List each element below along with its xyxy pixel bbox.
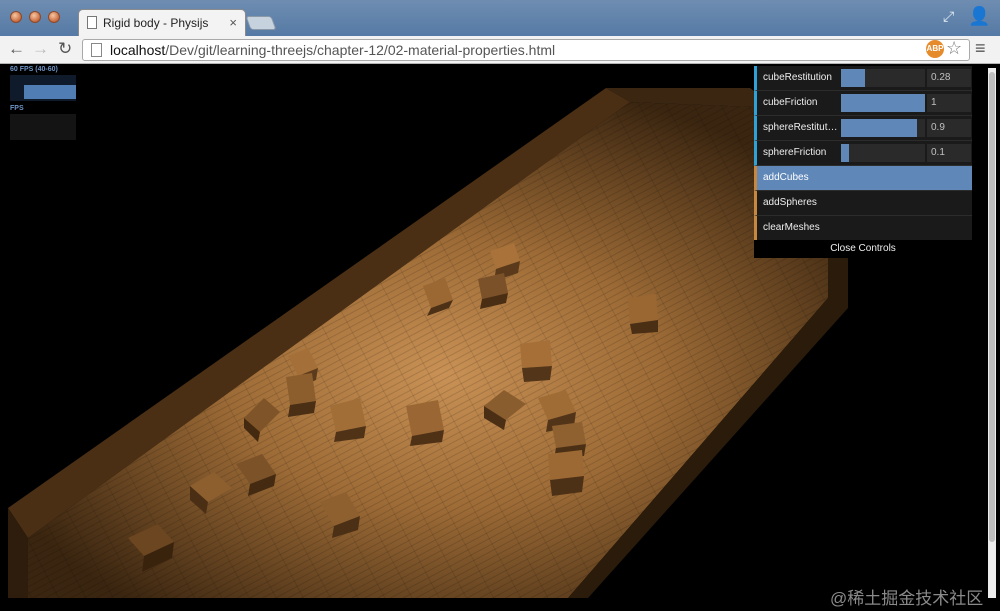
slider[interactable] bbox=[841, 119, 925, 137]
control-row-sphereRestitution[interactable]: sphereRestitution 0.9 bbox=[754, 116, 972, 141]
cube bbox=[520, 340, 552, 382]
addSpheres-button[interactable]: addSpheres bbox=[754, 191, 972, 216]
control-label: cubeRestitution bbox=[763, 72, 832, 83]
addCubes-button[interactable]: addCubes bbox=[754, 166, 972, 191]
user-profile-icon[interactable]: 👤 bbox=[968, 6, 990, 27]
fps-graph-secondary bbox=[10, 114, 76, 140]
button-label: addSpheres bbox=[763, 197, 817, 208]
control-row-sphereFriction[interactable]: sphereFriction 0.1 bbox=[754, 141, 972, 166]
control-row-cubeRestitution[interactable]: cubeRestitution 0.28 bbox=[754, 66, 972, 91]
browser-toolbar: ← → ↻ localhost/Dev/git/learning-threejs… bbox=[0, 36, 1000, 64]
tab-title: Rigid body - Physijs bbox=[103, 16, 209, 30]
cube bbox=[628, 294, 658, 334]
fps-graph bbox=[10, 75, 76, 101]
cube bbox=[548, 450, 584, 496]
button-label: addCubes bbox=[763, 172, 809, 183]
floor-planks bbox=[28, 102, 828, 598]
close-window-icon[interactable] bbox=[10, 11, 22, 23]
window-titlebar: Rigid body - Physijs × ⤢ 👤 bbox=[0, 0, 1000, 36]
number-input[interactable]: 0.28 bbox=[927, 69, 971, 87]
address-bar[interactable]: localhost/Dev/git/learning-threejs/chapt… bbox=[82, 39, 970, 61]
tab-close-icon[interactable]: × bbox=[229, 15, 237, 30]
fullscreen-icon[interactable]: ⤢ bbox=[943, 8, 954, 25]
control-label: sphereFriction bbox=[763, 147, 827, 158]
control-label: sphereRestitution bbox=[763, 122, 839, 133]
button-label: clearMeshes bbox=[763, 222, 820, 233]
close-controls-button[interactable]: Close Controls bbox=[754, 240, 972, 258]
forward-button[interactable]: → bbox=[32, 39, 49, 59]
slider-fill bbox=[841, 69, 865, 87]
url-text[interactable]: localhost/Dev/git/learning-threejs/chapt… bbox=[110, 42, 555, 58]
page-icon bbox=[91, 43, 102, 57]
clearMeshes-button[interactable]: clearMeshes bbox=[754, 216, 972, 241]
page-icon bbox=[87, 16, 97, 29]
slider[interactable] bbox=[841, 69, 925, 87]
fps-label: 60 FPS (40-60) bbox=[10, 66, 58, 73]
slider[interactable] bbox=[841, 144, 925, 162]
menu-icon[interactable]: ≡ bbox=[975, 38, 986, 59]
back-button[interactable]: ← bbox=[8, 39, 25, 59]
vertical-scrollbar[interactable] bbox=[988, 68, 996, 598]
slider[interactable] bbox=[841, 94, 925, 112]
fps-bar bbox=[24, 85, 76, 99]
control-label: cubeFriction bbox=[763, 97, 818, 108]
reload-button[interactable]: ↻ bbox=[58, 39, 72, 59]
cube bbox=[286, 373, 316, 417]
number-input[interactable]: 0.1 bbox=[927, 144, 971, 162]
zoom-window-icon[interactable] bbox=[48, 11, 60, 23]
slider-fill bbox=[841, 144, 849, 162]
fps-mode-label: FPS bbox=[10, 105, 24, 112]
slider-fill bbox=[841, 119, 917, 137]
new-tab-button[interactable] bbox=[245, 16, 277, 30]
minimize-window-icon[interactable] bbox=[29, 11, 41, 23]
controls-panel: cubeRestitution 0.28 cubeFriction 1 sphereRe… bbox=[754, 66, 972, 256]
fps-stats-panel[interactable]: 60 FPS (40-60) FPS bbox=[10, 66, 76, 140]
bookmark-star-icon[interactable]: ☆ bbox=[946, 38, 962, 59]
cube bbox=[406, 400, 444, 446]
slider-fill bbox=[841, 94, 925, 112]
control-row-cubeFriction[interactable]: cubeFriction 1 bbox=[754, 91, 972, 116]
scroll-thumb[interactable] bbox=[989, 72, 995, 542]
tab-rigid-body[interactable]: Rigid body - Physijs × bbox=[78, 9, 246, 36]
number-input[interactable]: 1 bbox=[927, 94, 971, 112]
adblock-icon[interactable]: ABP bbox=[926, 40, 944, 58]
watermark: @稀土掘金技术社区 bbox=[830, 589, 984, 608]
cube bbox=[330, 398, 366, 442]
number-input[interactable]: 0.9 bbox=[927, 119, 971, 137]
